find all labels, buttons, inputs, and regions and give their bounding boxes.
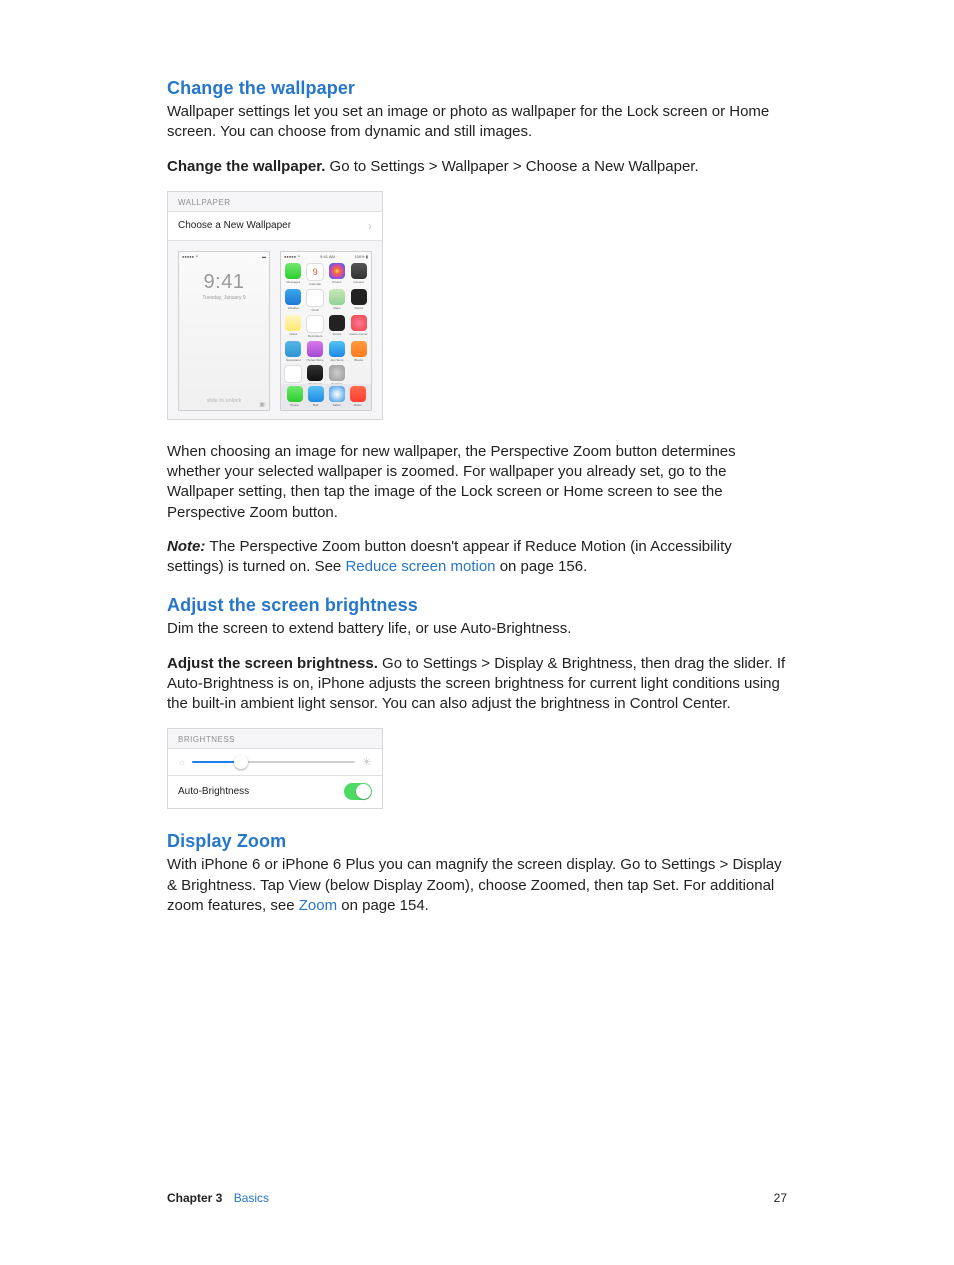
app-icon[interactable]: Photos (328, 263, 347, 286)
paragraph-perspective-zoom: When choosing an image for new wallpaper… (167, 442, 787, 523)
app-label: Photos (332, 280, 341, 284)
wallpaper-previews: ●●●●● ⚬ ▬ 9:41 Tuesday, January 9 slide … (168, 241, 382, 419)
heading-adjust-brightness: Adjust the screen brightness (167, 595, 787, 616)
camera-icon: ▣ (259, 401, 265, 408)
toggle-knob (356, 784, 371, 799)
figure-wallpaper-settings: WALLPAPER Choose a New Wallpaper › ●●●●●… (167, 191, 383, 420)
heading-change-wallpaper: Change the wallpaper (167, 78, 787, 99)
app-label: Reminders (308, 334, 323, 338)
app-icon[interactable]: Camera (349, 263, 368, 286)
inline-bold: Adjust the screen brightness. (167, 655, 382, 672)
app-icon[interactable]: Clock (306, 289, 325, 312)
slider-thumb[interactable] (234, 755, 248, 769)
app-icon[interactable]: Messages (284, 263, 303, 286)
app-label: Videos (354, 306, 363, 310)
app-icon[interactable]: iTunes Store (306, 341, 325, 362)
app-label: Safari (333, 403, 341, 407)
row-label: Auto-Brightness (178, 786, 249, 797)
settings-section-header: BRIGHTNESS (168, 729, 382, 749)
app-icon[interactable]: Phone (287, 386, 303, 407)
app-icon[interactable]: Mail (308, 386, 324, 407)
app-icon[interactable]: Notes (284, 315, 303, 338)
app-label: Maps (333, 306, 340, 310)
app-label: iTunes Store (307, 358, 324, 362)
app-label: Notes (289, 332, 297, 336)
app-icon[interactable]: Weather (284, 289, 303, 312)
link-zoom[interactable]: Zoom (299, 897, 337, 914)
slide-to-unlock-label: slide to unlock (179, 398, 269, 404)
app-label: Mail (313, 403, 319, 407)
row-label: Choose a New Wallpaper (178, 220, 291, 231)
footer-chapter: Chapter 3 Basics (167, 1191, 269, 1205)
app-label: Phone (290, 403, 299, 407)
inline-text: With iPhone 6 or iPhone 6 Plus you can m… (167, 856, 782, 914)
app-icon[interactable]: Game Center (349, 315, 368, 338)
note-label: Note: (167, 538, 210, 555)
app-label: App Store (330, 358, 343, 362)
chapter-title: Basics (234, 1191, 269, 1205)
status-battery: 100% ▮ (354, 254, 368, 259)
paragraph-wallpaper-intro: Wallpaper settings let you set an image … (167, 102, 787, 143)
app-icon[interactable]: Maps (328, 289, 347, 312)
app-label: Newsstand (286, 358, 301, 362)
app-icon[interactable]: Stocks (328, 315, 347, 338)
sun-bright-icon: ☀ (361, 755, 372, 769)
paragraph-brightness-howto: Adjust the screen brightness. Go to Sett… (167, 654, 787, 715)
inline-text: on page 156. (496, 558, 588, 575)
preview-lock-screen[interactable]: ●●●●● ⚬ ▬ 9:41 Tuesday, January 9 slide … (178, 251, 270, 411)
status-carrier: ●●●●● ⚬ (182, 254, 199, 259)
sun-dim-icon: ☼ (178, 757, 186, 767)
paragraph-display-zoom: With iPhone 6 or iPhone 6 Plus you can m… (167, 855, 787, 916)
app-label: Game Center (350, 332, 368, 336)
app-icon[interactable]: Reminders (306, 315, 325, 338)
app-label: iBooks (354, 358, 363, 362)
app-icon[interactable]: Safari (329, 386, 345, 407)
app-icon[interactable]: Music (350, 386, 366, 407)
inline-bold: Change the wallpaper. (167, 158, 330, 175)
brightness-slider[interactable] (192, 761, 355, 763)
chapter-number: Chapter 3 (167, 1191, 222, 1205)
document-page: Change the wallpaper Wallpaper settings … (0, 0, 954, 1265)
app-icon[interactable]: iBooks (349, 341, 368, 362)
paragraph-brightness-intro: Dim the screen to extend battery life, o… (167, 619, 787, 639)
chevron-right-icon: › (368, 219, 372, 233)
app-label: Stocks (332, 332, 341, 336)
row-auto-brightness: Auto-Brightness (168, 776, 382, 808)
app-icon[interactable]: Newsstand (284, 341, 303, 362)
figure-brightness-settings: BRIGHTNESS ☼ ☀ Auto-Brightness (167, 728, 383, 809)
inline-text: on page 154. (337, 897, 429, 914)
row-choose-new-wallpaper[interactable]: Choose a New Wallpaper › (168, 212, 382, 241)
app-label: Weather (288, 306, 299, 310)
app-icon[interactable]: 9Calendar (306, 263, 325, 286)
page-number: 27 (774, 1191, 787, 1205)
app-icon[interactable]: App Store (328, 341, 347, 362)
status-battery: ▬ (262, 254, 266, 259)
status-carrier: ●●●●● ⚬ (284, 254, 301, 259)
app-grid: Messages 9Calendar Photos Camera Weather Cloc… (281, 261, 371, 388)
status-time: 9:41 AM (320, 254, 335, 259)
app-label: Music (354, 403, 362, 407)
dock: Phone Mail Safari Music (281, 384, 371, 410)
app-label: Camera (353, 280, 364, 284)
paragraph-note: Note: The Perspective Zoom button doesn'… (167, 537, 787, 578)
app-label: Clock (311, 308, 319, 312)
settings-section-header: WALLPAPER (168, 192, 382, 212)
auto-brightness-toggle[interactable] (344, 783, 372, 800)
app-label: Calendar (309, 282, 321, 286)
paragraph-wallpaper-howto: Change the wallpaper. Go to Settings > W… (167, 157, 787, 177)
lock-date: Tuesday, January 9 (179, 295, 269, 301)
link-reduce-screen-motion[interactable]: Reduce screen motion (345, 558, 495, 575)
brightness-slider-row: ☼ ☀ (168, 749, 382, 776)
heading-display-zoom: Display Zoom (167, 831, 787, 852)
lock-time: 9:41 (179, 271, 269, 294)
page-footer: Chapter 3 Basics 27 (167, 1191, 787, 1205)
app-label: Messages (287, 280, 301, 284)
inline-text: Go to Settings > Wallpaper > Choose a Ne… (330, 158, 699, 175)
app-icon[interactable]: Videos (349, 289, 368, 312)
preview-home-screen[interactable]: ●●●●● ⚬ 9:41 AM 100% ▮ Messages 9Calendar… (280, 251, 372, 411)
